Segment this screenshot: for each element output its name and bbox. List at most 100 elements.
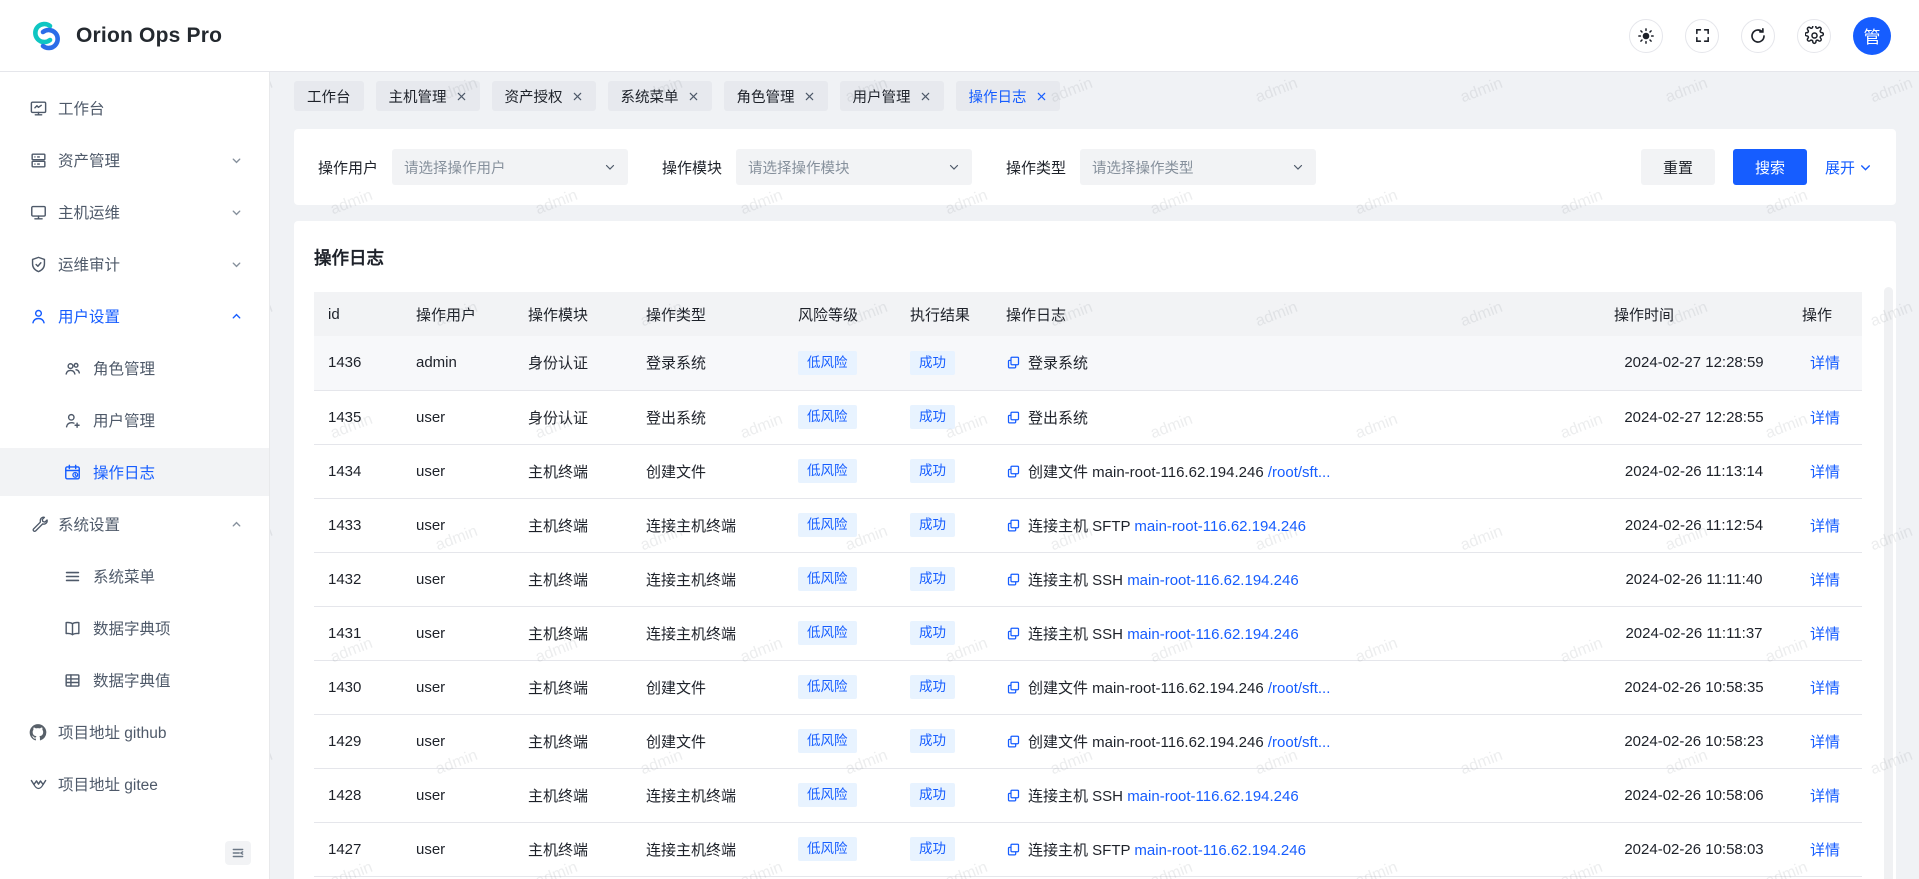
risk-badge: 低风险 bbox=[798, 621, 857, 645]
sidebar-item-8[interactable]: 操作日志 bbox=[0, 448, 269, 496]
sidebar-item-3[interactable]: 主机运维 bbox=[0, 188, 269, 236]
tab-1[interactable]: 工作台 bbox=[294, 81, 364, 111]
filter-group-2: 操作模块请选择操作模块 bbox=[662, 149, 972, 185]
cell-id: 1434 bbox=[314, 444, 402, 498]
chevron-down-icon bbox=[604, 161, 616, 173]
tab-4[interactable]: 系统菜单 bbox=[608, 81, 712, 111]
cell-risk: 低风险 bbox=[784, 552, 896, 606]
log-link[interactable]: main-root-116.62.194.246 bbox=[1134, 518, 1306, 535]
refresh-icon[interactable] bbox=[1741, 19, 1775, 53]
detail-link[interactable]: 详情 bbox=[1810, 842, 1840, 859]
sidebar-item-14[interactable]: 项目地址 gitee bbox=[0, 760, 269, 808]
cell-action: 详情 bbox=[1788, 444, 1862, 498]
cell-time: 2024-02-26 10:58:23 bbox=[1600, 714, 1788, 768]
tab-close-icon[interactable] bbox=[688, 91, 699, 102]
detail-link[interactable]: 详情 bbox=[1810, 464, 1840, 481]
detail-link[interactable]: 详情 bbox=[1810, 518, 1840, 535]
theme-brightness-icon[interactable] bbox=[1629, 19, 1663, 53]
detail-link[interactable]: 详情 bbox=[1810, 680, 1840, 697]
cell-id: 1427 bbox=[314, 822, 402, 876]
tab-label: 角色管理 bbox=[737, 86, 795, 107]
filter-group-3: 操作类型请选择操作类型 bbox=[1006, 149, 1316, 185]
risk-badge: 低风险 bbox=[798, 567, 857, 591]
log-link[interactable]: main-root-116.62.194.246 bbox=[1127, 626, 1299, 643]
sidebar-item-5[interactable]: 用户设置 bbox=[0, 292, 269, 340]
sidebar-item-4[interactable]: 运维审计 bbox=[0, 240, 269, 288]
tab-label: 操作日志 bbox=[969, 86, 1027, 107]
cell-log: 登出系统 bbox=[992, 390, 1600, 444]
copy-icon[interactable] bbox=[1006, 572, 1021, 587]
sidebar-item-1[interactable]: 工作台 bbox=[0, 84, 269, 132]
copy-icon[interactable] bbox=[1006, 626, 1021, 641]
tab-2[interactable]: 主机管理 bbox=[376, 81, 480, 111]
cell-type: 创建文件 bbox=[632, 444, 784, 498]
sidebar-collapse-icon[interactable] bbox=[225, 841, 251, 865]
cell-risk: 低风险 bbox=[784, 606, 896, 660]
chevron-down-icon bbox=[230, 258, 243, 271]
risk-badge: 低风险 bbox=[798, 837, 857, 861]
log-link[interactable]: main-root-116.62.194.246 bbox=[1127, 788, 1299, 805]
cell-user: user bbox=[402, 768, 514, 822]
copy-icon[interactable] bbox=[1006, 518, 1021, 533]
tab-3[interactable]: 资产授权 bbox=[492, 81, 596, 111]
tab-close-icon[interactable] bbox=[804, 91, 815, 102]
detail-link[interactable]: 详情 bbox=[1810, 734, 1840, 751]
cell-type: 登录系统 bbox=[632, 336, 784, 390]
cell-risk: 低风险 bbox=[784, 390, 896, 444]
cell-log: 连接主机 SSH main-root-116.62.194.246 bbox=[992, 606, 1600, 660]
sidebar-item-12[interactable]: 数据字典值 bbox=[0, 656, 269, 704]
copy-icon[interactable] bbox=[1006, 464, 1021, 479]
copy-icon[interactable] bbox=[1006, 842, 1021, 857]
tab-label: 主机管理 bbox=[389, 86, 447, 107]
copy-icon[interactable] bbox=[1006, 734, 1021, 749]
cell-id: 1431 bbox=[314, 606, 402, 660]
filter-select-2[interactable]: 请选择操作模块 bbox=[736, 149, 972, 185]
sidebar-item-13[interactable]: 项目地址 github bbox=[0, 708, 269, 756]
copy-icon[interactable] bbox=[1006, 355, 1021, 370]
tab-6[interactable]: 用户管理 bbox=[840, 81, 944, 111]
detail-link[interactable]: 详情 bbox=[1810, 355, 1840, 372]
filter-select-1[interactable]: 请选择操作用户 bbox=[392, 149, 628, 185]
risk-badge: 低风险 bbox=[798, 459, 857, 483]
tab-5[interactable]: 角色管理 bbox=[724, 81, 828, 111]
log-link[interactable]: main-root-116.62.194.246 bbox=[1134, 842, 1306, 859]
search-button[interactable]: 搜索 bbox=[1733, 149, 1807, 185]
sidebar-item-label: 工作台 bbox=[58, 97, 105, 119]
table-scrollbar[interactable] bbox=[1884, 287, 1893, 879]
cell-module: 主机终端 bbox=[514, 714, 632, 768]
expand-toggle[interactable]: 展开 bbox=[1825, 157, 1872, 178]
tab-close-icon[interactable] bbox=[1036, 91, 1047, 102]
filter-select-3[interactable]: 请选择操作类型 bbox=[1080, 149, 1316, 185]
log-link[interactable]: /root/sft... bbox=[1268, 680, 1331, 697]
copy-icon[interactable] bbox=[1006, 680, 1021, 695]
cell-action: 详情 bbox=[1788, 498, 1862, 552]
cell-log: 连接主机 SSH main-root-116.62.194.246 bbox=[992, 768, 1600, 822]
log-link[interactable]: /root/sft... bbox=[1268, 734, 1331, 751]
result-badge: 成功 bbox=[910, 621, 955, 645]
log-link[interactable]: main-root-116.62.194.246 bbox=[1127, 572, 1299, 589]
tab-close-icon[interactable] bbox=[572, 91, 583, 102]
sidebar-item-11[interactable]: 数据字典项 bbox=[0, 604, 269, 652]
detail-link[interactable]: 详情 bbox=[1810, 572, 1840, 589]
log-link[interactable]: /root/sft... bbox=[1268, 464, 1331, 481]
copy-icon[interactable] bbox=[1006, 410, 1021, 425]
tab-close-icon[interactable] bbox=[456, 91, 467, 102]
user-avatar[interactable]: 管 bbox=[1853, 17, 1891, 55]
tab-close-icon[interactable] bbox=[920, 91, 931, 102]
sidebar-item-9[interactable]: 系统设置 bbox=[0, 500, 269, 548]
detail-link[interactable]: 详情 bbox=[1810, 410, 1840, 427]
sidebar-item-2[interactable]: 资产管理 bbox=[0, 136, 269, 184]
reset-button[interactable]: 重置 bbox=[1641, 149, 1715, 185]
sidebar-item-10[interactable]: 系统菜单 bbox=[0, 552, 269, 600]
fullscreen-icon[interactable] bbox=[1685, 19, 1719, 53]
cell-user: user bbox=[402, 498, 514, 552]
settings-gear-icon[interactable] bbox=[1797, 19, 1831, 53]
sidebar-item-6[interactable]: 角色管理 bbox=[0, 344, 269, 392]
log-text: 创建文件 main-root-116.62.194.246 /root/sft.… bbox=[1028, 461, 1330, 482]
sidebar-item-7[interactable]: 用户管理 bbox=[0, 396, 269, 444]
detail-link[interactable]: 详情 bbox=[1810, 788, 1840, 805]
tab-7[interactable]: 操作日志 bbox=[956, 81, 1060, 111]
cell-id: 1432 bbox=[314, 552, 402, 606]
detail-link[interactable]: 详情 bbox=[1810, 626, 1840, 643]
copy-icon[interactable] bbox=[1006, 788, 1021, 803]
